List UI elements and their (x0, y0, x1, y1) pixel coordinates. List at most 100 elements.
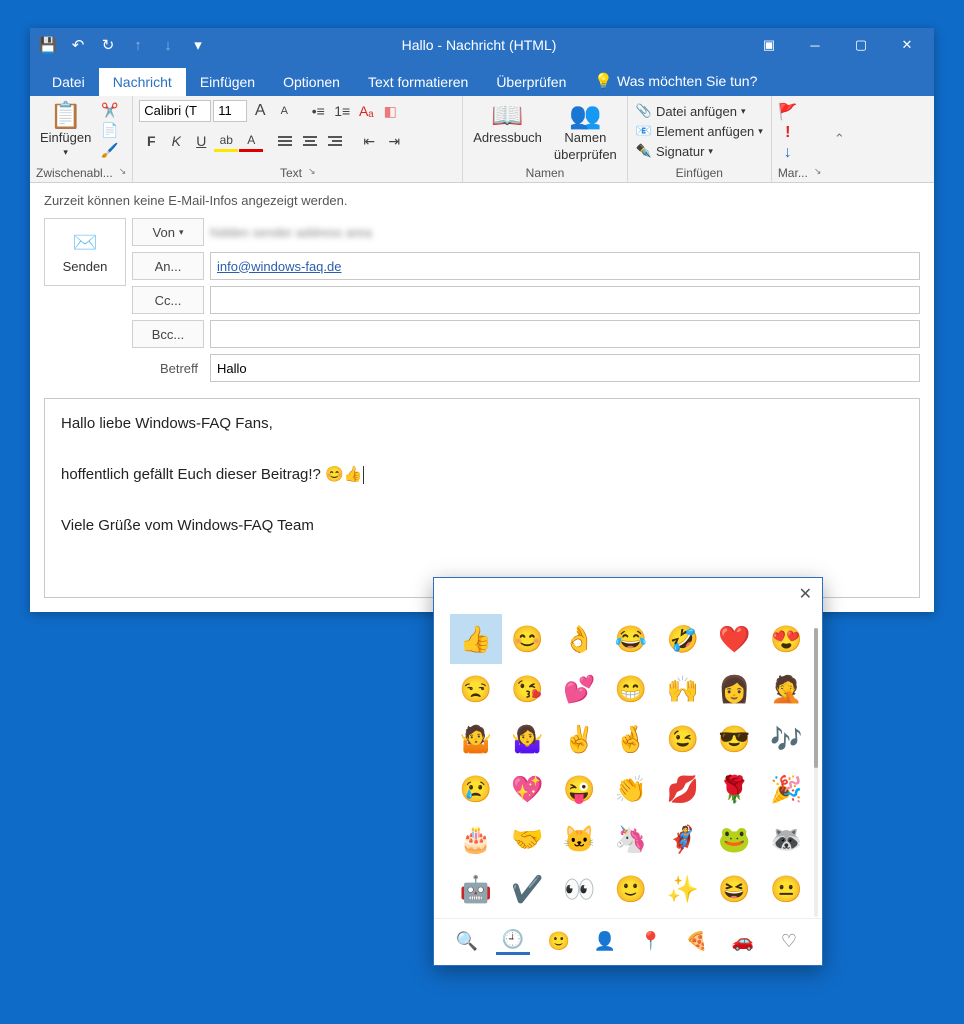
emoji-cell[interactable]: 😂 (605, 614, 657, 664)
tab-options[interactable]: Optionen (269, 68, 354, 96)
paste-button[interactable]: 📋 Einfügen ▾ (36, 100, 95, 160)
message-body[interactable]: Hallo liebe Windows-FAQ Fans, hoffentlic… (44, 398, 920, 598)
tab-file[interactable]: Datei (38, 68, 99, 96)
attach-item-button[interactable]: 📧 Element anfügen ▾ (634, 122, 765, 140)
emoji-category-tab[interactable]: 📍 (634, 927, 668, 955)
copy-icon[interactable]: 📄 (101, 122, 118, 139)
emoji-cell[interactable]: 🙌 (657, 664, 709, 714)
emoji-cell[interactable]: ✌️ (553, 714, 605, 764)
emoji-cell[interactable]: 😘 (502, 664, 554, 714)
emoji-cell[interactable]: 💋 (657, 764, 709, 814)
tab-message[interactable]: Nachricht (99, 68, 186, 96)
emoji-category-tab[interactable]: ♡ (772, 927, 806, 955)
emoji-cell[interactable]: 🤷 (450, 714, 502, 764)
minimize-icon[interactable]: ─ (792, 31, 838, 59)
numbering-icon[interactable]: 1≡ (331, 100, 353, 122)
from-button[interactable]: Von ▾ (132, 218, 204, 246)
close-icon[interactable]: ✕ (884, 31, 930, 59)
signature-button[interactable]: ✒️ Signatur ▾ (634, 142, 765, 160)
emoji-category-tab[interactable]: 🙂 (542, 927, 576, 955)
emoji-cell[interactable]: 👀 (553, 864, 605, 914)
send-button[interactable]: ✉️ Senden (44, 218, 126, 286)
tab-review[interactable]: Überprüfen (482, 68, 580, 96)
emoji-cell[interactable]: 🤦 (760, 664, 812, 714)
emoji-category-tab[interactable]: 🕘 (496, 927, 530, 955)
text-dialog-launcher-icon[interactable]: ↘ (308, 166, 316, 180)
collapse-ribbon-icon[interactable]: ⌃ (827, 96, 851, 182)
emoji-cell[interactable]: 👌 (553, 614, 605, 664)
to-button[interactable]: An... (132, 252, 204, 280)
emoji-picker-close-icon[interactable]: ✕ (434, 578, 822, 610)
cc-button[interactable]: Cc... (132, 286, 204, 314)
align-right-icon[interactable] (323, 130, 347, 152)
tags-dialog-launcher-icon[interactable]: ↘ (814, 166, 822, 180)
align-center-icon[interactable] (298, 130, 322, 152)
emoji-cell[interactable]: 🎉 (760, 764, 812, 814)
emoji-cell[interactable]: 🙂 (605, 864, 657, 914)
clipboard-dialog-launcher-icon[interactable]: ↘ (119, 166, 127, 180)
undo-icon[interactable]: ↶ (64, 31, 92, 59)
emoji-category-tab[interactable]: 👤 (588, 927, 622, 955)
emoji-cell[interactable]: 😉 (657, 714, 709, 764)
font-color-icon[interactable]: A (239, 130, 263, 152)
cut-icon[interactable]: ✂️ (101, 102, 118, 119)
emoji-cell[interactable]: 🎶 (760, 714, 812, 764)
high-importance-icon[interactable]: ! (785, 124, 790, 142)
emoji-cell[interactable]: 🐱 (553, 814, 605, 864)
styles-icon[interactable]: Aₐ (355, 100, 377, 122)
emoji-cell[interactable]: 😆 (709, 864, 761, 914)
emoji-cell[interactable]: 😒 (450, 664, 502, 714)
emoji-cell[interactable]: 👩 (709, 664, 761, 714)
emoji-cell[interactable]: 🤖 (450, 864, 502, 914)
maximize-icon[interactable]: ▢ (838, 31, 884, 59)
emoji-cell[interactable]: ❤️ (709, 614, 761, 664)
italic-button[interactable]: K (164, 130, 188, 152)
increase-indent-icon[interactable]: ⇥ (382, 130, 406, 152)
emoji-cell[interactable]: 😎 (709, 714, 761, 764)
bold-button[interactable]: F (139, 130, 163, 152)
emoji-cell[interactable]: 👍 (450, 614, 502, 664)
subject-field[interactable]: Hallo (210, 354, 920, 382)
emoji-cell[interactable]: 💕 (553, 664, 605, 714)
emoji-cell[interactable]: 💖 (502, 764, 554, 814)
bcc-field[interactable] (210, 320, 920, 348)
format-painter-icon[interactable]: 🖌️ (101, 142, 118, 159)
emoji-cell[interactable]: 😁 (605, 664, 657, 714)
address-book-button[interactable]: 📖 Adressbuch (469, 100, 546, 147)
tell-me-search[interactable]: 💡 Was möchten Sie tun? (580, 66, 771, 96)
font-name-combo[interactable]: Calibri (T (139, 100, 211, 122)
emoji-cell[interactable]: 🦄 (605, 814, 657, 864)
check-names-button[interactable]: 👥 Namen überprüfen (550, 100, 621, 164)
emoji-cell[interactable]: 🤣 (657, 614, 709, 664)
tab-format-text[interactable]: Text formatieren (354, 68, 482, 96)
clear-formatting-icon[interactable]: ◧ (379, 100, 401, 122)
emoji-cell[interactable]: 😜 (553, 764, 605, 814)
emoji-scrollbar[interactable] (814, 628, 818, 917)
bullets-icon[interactable]: •≡ (307, 100, 329, 122)
font-size-combo[interactable]: 11 (213, 100, 247, 122)
bcc-button[interactable]: Bcc... (132, 320, 204, 348)
shrink-font-icon[interactable]: A (273, 100, 295, 122)
redo-icon[interactable]: ↻ (94, 31, 122, 59)
emoji-cell[interactable]: 🤝 (502, 814, 554, 864)
to-field[interactable]: info@windows-faq.de (210, 252, 920, 280)
emoji-cell[interactable]: 😢 (450, 764, 502, 814)
follow-up-flag-icon[interactable]: 🚩 (778, 102, 798, 122)
cc-field[interactable] (210, 286, 920, 314)
emoji-cell[interactable]: 🤞 (605, 714, 657, 764)
emoji-cell[interactable]: 🦸 (657, 814, 709, 864)
emoji-cell[interactable]: 😐 (760, 864, 812, 914)
qat-customize-icon[interactable]: ▾ (184, 31, 212, 59)
emoji-category-tab[interactable]: 🍕 (680, 927, 714, 955)
emoji-cell[interactable]: 🐸 (709, 814, 761, 864)
emoji-category-tab[interactable]: 🚗 (726, 927, 760, 955)
attach-file-button[interactable]: 📎 Datei anfügen ▾ (634, 102, 765, 120)
decrease-indent-icon[interactable]: ⇤ (357, 130, 381, 152)
low-importance-icon[interactable]: ↓ (784, 144, 792, 162)
emoji-category-tab[interactable]: 🔍 (450, 927, 484, 955)
emoji-cell[interactable]: 😊 (502, 614, 554, 664)
ribbon-display-options-icon[interactable]: ▣ (746, 31, 792, 59)
emoji-cell[interactable]: ✨ (657, 864, 709, 914)
emoji-cell[interactable]: 😍 (760, 614, 812, 664)
emoji-scrollbar-thumb[interactable] (814, 628, 818, 768)
